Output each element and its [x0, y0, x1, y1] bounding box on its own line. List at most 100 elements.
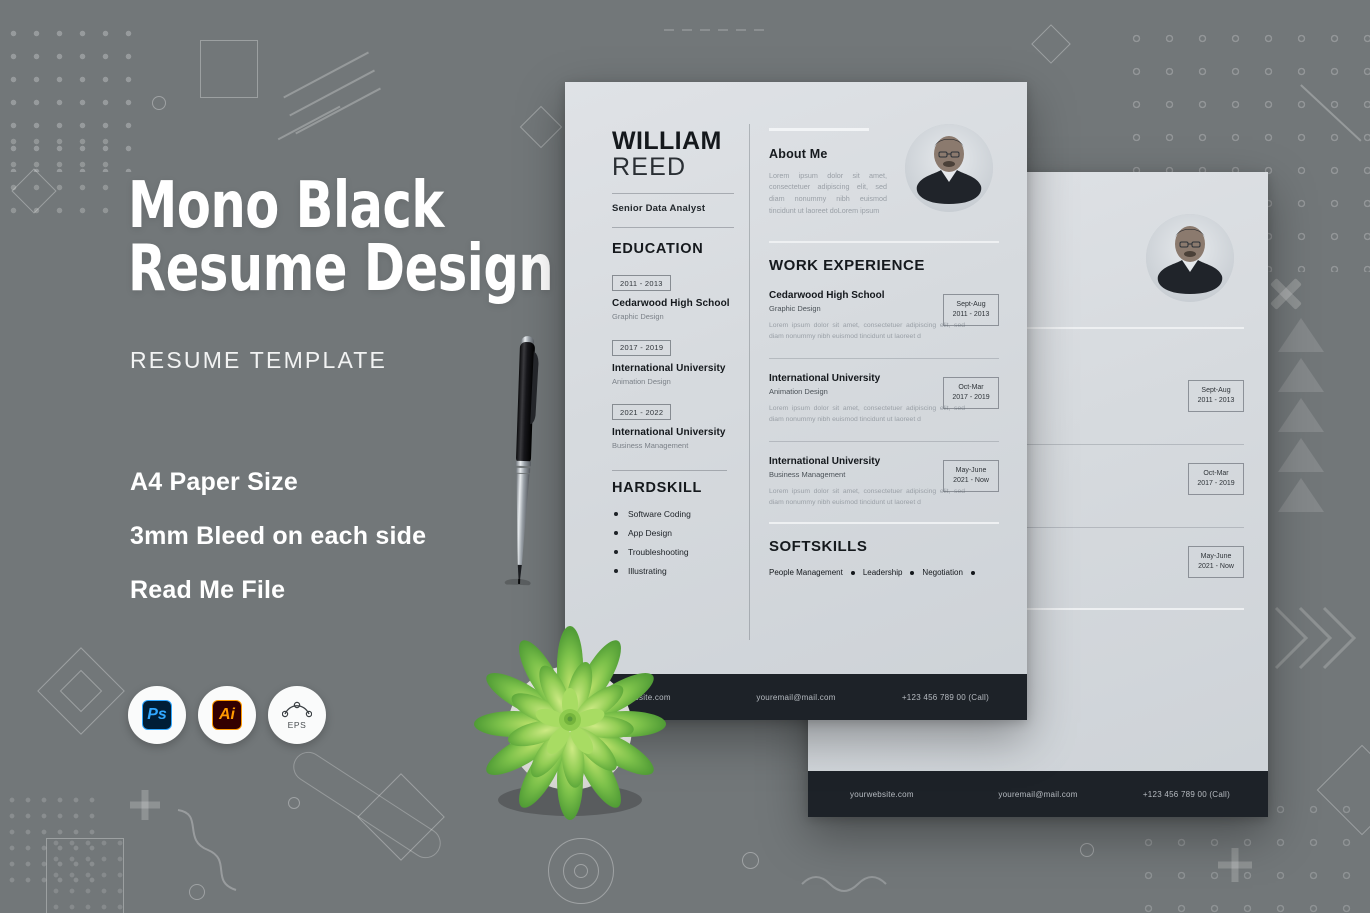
work-date-line-2: 2011 - 2013 — [1197, 397, 1235, 405]
work-date-badge: Oct-Mar 2017 - 2019 — [943, 377, 999, 410]
footer-phone: +123 456 789 00 (Call) — [901, 692, 989, 702]
feature-item-2: 3mm Bleed on each side — [130, 522, 427, 550]
bullet-dot-icon — [970, 570, 975, 575]
wave-line-icon — [801, 876, 887, 892]
work-position: Graphic Design — [769, 304, 821, 313]
softskills-title: SOFTSKILLS — [769, 538, 868, 555]
circle-outline-icon — [1080, 843, 1094, 857]
plus-icon — [1218, 848, 1252, 882]
work-date-line-1: Oct-Mar — [1203, 470, 1229, 477]
portrait-photo-icon — [905, 124, 993, 212]
education-title: EDUCATION — [612, 240, 704, 257]
education-years: 2017 - 2019 — [612, 339, 672, 356]
triangle-icon — [1278, 318, 1324, 352]
bullet-dot-icon — [910, 570, 915, 575]
work-date-line-1: Oct-Mar — [958, 384, 984, 391]
work-date-badge: May-June 2021 - Now — [1188, 546, 1244, 579]
work-employer: Cedarwood High School — [769, 290, 885, 301]
about-body: Lorem ipsum dolor sit amet, consectetuer… — [769, 170, 887, 216]
diagonal-line-icon — [277, 105, 341, 140]
work-description: Lorem ipsum dolor sit amet, consectetuer… — [769, 405, 965, 423]
circle-outline-icon — [548, 838, 614, 904]
section-rule — [769, 522, 999, 524]
work-date-badge: Sept-Aug 2011 - 2013 — [1188, 380, 1244, 413]
feature-item-3: Read Me File — [130, 576, 286, 604]
hardskill-item: Illustrating — [612, 566, 749, 576]
page-title: Mono Black Resume Design — [128, 174, 554, 306]
dot-grid-icon — [2, 22, 132, 172]
software-badges: Ps Ai EPS — [128, 686, 326, 744]
dot-grid-icon — [4, 792, 99, 892]
diamond-outline-icon — [1031, 24, 1071, 64]
work-employer: International University — [769, 373, 881, 384]
hardskill-item: Troubleshooting — [612, 547, 749, 557]
diamond-outline-icon — [11, 168, 57, 214]
portrait-photo-icon — [1146, 214, 1234, 302]
education-major: Business Management — [612, 441, 689, 451]
work-date-line-1: Sept-Aug — [956, 301, 986, 308]
photoshop-badge: Ps — [128, 686, 186, 744]
square-outline-icon — [46, 838, 124, 913]
diagonal-line-icon — [1300, 84, 1362, 142]
work-experience-title: WORK EXPERIENCE — [769, 257, 925, 274]
column-divider — [749, 124, 750, 640]
education-school: International University — [612, 427, 726, 439]
resume-footer-bar: yourwebsite.com youremail@mail.com +123 … — [808, 771, 1268, 817]
education-years: 2021 - 2022 — [612, 404, 672, 421]
resume-name-last: REED — [612, 153, 687, 182]
avatar — [905, 124, 993, 212]
headline-line-2: Resume Design — [128, 231, 554, 306]
hardskill-item: Software Coding — [612, 509, 749, 519]
work-date-badge: Sept-Aug 2011 - 2013 — [943, 294, 999, 327]
work-date-line-1: Sept-Aug — [1201, 387, 1231, 394]
eps-badge: EPS — [268, 686, 326, 744]
avatar — [1146, 214, 1234, 302]
footer-phone: +123 456 789 00 (Call) — [1142, 789, 1230, 799]
photoshop-icon: Ps — [142, 700, 172, 730]
eps-label: EPS — [287, 719, 307, 730]
softskill-item: Negotiation — [922, 568, 963, 577]
work-position: Business Management — [769, 470, 846, 479]
dash-line-icon — [664, 29, 770, 31]
work-date-badge: May-June 2021 - Now — [943, 460, 999, 493]
name-rule — [612, 192, 734, 194]
work-date-badge: Oct-Mar 2017 - 2019 — [1188, 463, 1244, 496]
square-outline-icon — [200, 40, 258, 98]
resume-right-column: About Me Lorem ipsum dolor sit amet, con… — [769, 82, 1027, 674]
work-date-line-2: 2017 - 2019 — [1197, 480, 1235, 488]
work-item-divider — [769, 358, 999, 359]
triangle-icon — [1278, 478, 1324, 512]
hardskill-list: Software Coding App Design Troubleshooti… — [612, 509, 749, 576]
diamond-outline-icon — [357, 773, 445, 861]
circle-outline-icon — [288, 797, 300, 809]
about-rule — [769, 128, 869, 131]
diamond-outline-icon — [1316, 744, 1370, 836]
work-item: International University Animation Desig… — [769, 373, 999, 425]
diamond-outline-icon — [37, 647, 125, 735]
hardskill-item: App Design — [612, 528, 749, 538]
hardskill-rule — [612, 470, 727, 472]
work-date-line-2: 2017 - 2019 — [952, 394, 990, 402]
education-school: Cedarwood High School — [612, 298, 730, 310]
pen-photo-icon — [504, 336, 539, 586]
diagonal-line-icon — [295, 87, 381, 134]
plus-icon — [130, 790, 160, 820]
education-major: Graphic Design — [612, 312, 664, 322]
softskill-item: Leadership — [862, 568, 903, 577]
footer-website: yourwebsite.com — [850, 789, 914, 799]
work-position: Animation Design — [769, 387, 828, 396]
circle-outline-icon — [152, 96, 166, 110]
work-employer: International University — [769, 456, 881, 467]
work-item: Cedarwood High School Graphic Design Lor… — [769, 290, 999, 342]
circle-outline-icon — [563, 853, 599, 889]
education-item: 2021 - 2022 International University Bus… — [612, 402, 749, 451]
resume-role: Senior Data Analyst — [612, 202, 706, 214]
bezier-pen-path-icon — [282, 701, 312, 717]
work-date-line-1: May-June — [1200, 553, 1232, 560]
hardskill-title: HARDSKILL — [612, 480, 703, 497]
dot-grid-icon — [48, 835, 126, 913]
bullet-dot-icon — [850, 570, 855, 575]
wave-line-icon — [177, 809, 237, 891]
education-school: International University — [612, 362, 726, 374]
circle-outline-icon — [189, 884, 205, 900]
